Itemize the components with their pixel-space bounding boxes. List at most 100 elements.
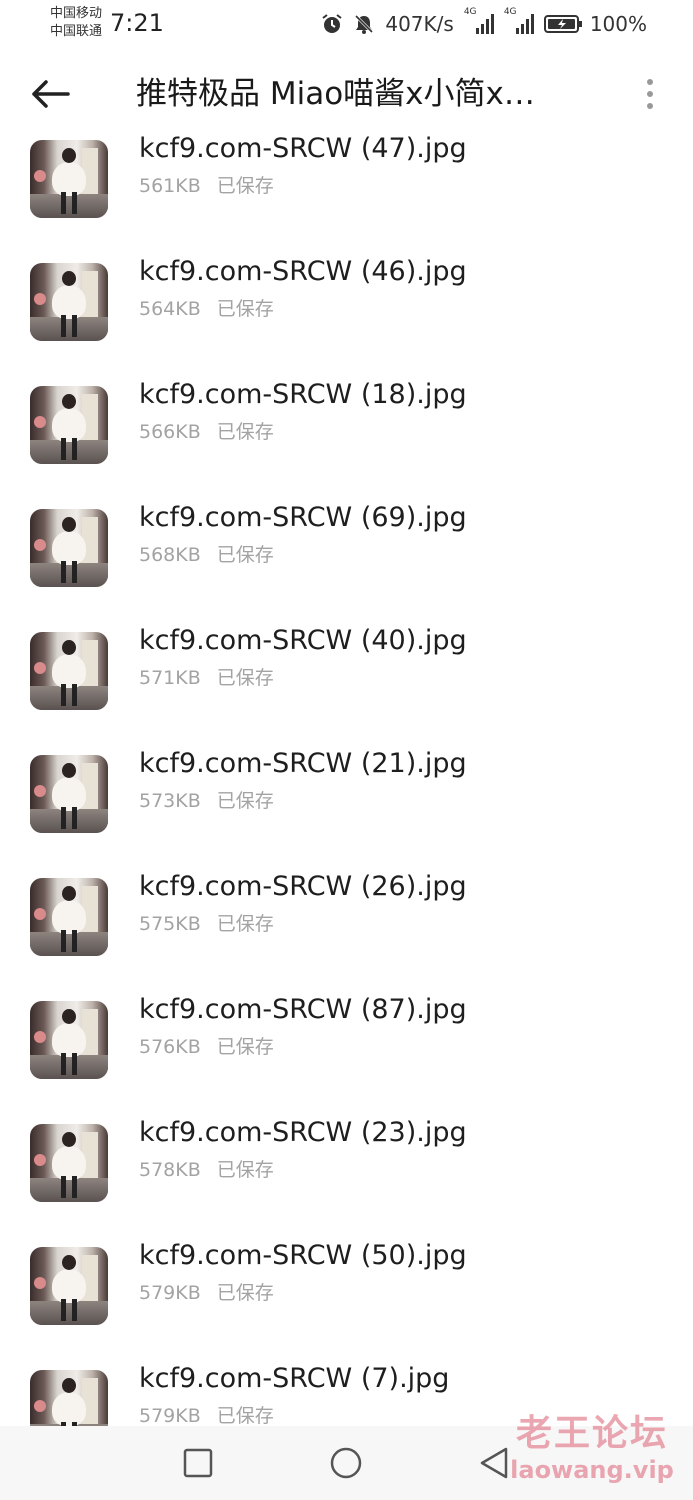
file-list-item[interactable]: kcf9.com-SRCW (18).jpg 566KB 已保存 bbox=[0, 375, 693, 498]
file-list-item[interactable]: kcf9.com-SRCW (69).jpg 568KB 已保存 bbox=[0, 498, 693, 621]
bell-muted-icon bbox=[353, 13, 375, 35]
watermark: 老王论坛 laowang.vip bbox=[502, 1412, 682, 1484]
more-dot bbox=[647, 103, 653, 109]
image-thumbnail[interactable] bbox=[30, 1247, 108, 1325]
thumbnail-detail bbox=[34, 539, 46, 551]
thumbnail-detail bbox=[52, 162, 86, 196]
file-meta: 561KB 已保存 bbox=[139, 174, 274, 198]
thumbnail-detail bbox=[52, 654, 86, 688]
more-dot bbox=[647, 91, 653, 97]
thumbnail-detail bbox=[62, 763, 76, 778]
thumbnail-detail bbox=[62, 640, 76, 655]
image-thumbnail[interactable] bbox=[30, 1001, 108, 1079]
thumbnail-detail bbox=[62, 1132, 76, 1147]
thumbnail-detail bbox=[34, 1277, 46, 1289]
back-button[interactable] bbox=[28, 72, 72, 116]
thumbnail-detail bbox=[62, 886, 76, 901]
status-time: 7:21 bbox=[110, 9, 164, 37]
file-status: 已保存 bbox=[216, 1405, 274, 1426]
signal-1-label: 4G bbox=[463, 7, 477, 17]
file-meta: 564KB 已保存 bbox=[139, 297, 274, 321]
file-name: kcf9.com-SRCW (50).jpg bbox=[139, 1240, 467, 1271]
file-meta: 571KB 已保存 bbox=[139, 666, 274, 690]
file-list-inner: kcf9.com-SRCW (47).jpg 561KB 已保存 kcf9.com… bbox=[0, 132, 693, 1426]
file-list-item[interactable]: kcf9.com-SRCW (87).jpg 576KB 已保存 bbox=[0, 990, 693, 1113]
carrier-names: 中国移动 中国联通 bbox=[50, 5, 102, 41]
image-thumbnail[interactable] bbox=[30, 1370, 108, 1426]
image-thumbnail[interactable] bbox=[30, 263, 108, 341]
file-meta: 579KB 已保存 bbox=[139, 1281, 274, 1305]
thumbnail-detail bbox=[61, 438, 77, 460]
thumbnail-detail bbox=[34, 785, 46, 797]
thumbnail-detail bbox=[61, 807, 77, 829]
more-options-button[interactable] bbox=[632, 72, 668, 116]
thumbnail-detail bbox=[34, 1400, 46, 1412]
carrier-2: 中国联通 bbox=[50, 24, 103, 39]
thumbnail-detail bbox=[34, 416, 46, 428]
network-speed: 407K/s bbox=[385, 12, 454, 36]
page-title: 推特极品 Miao喵酱x小简x… bbox=[136, 76, 535, 112]
battery-indicator: 100% bbox=[543, 12, 647, 36]
nav-recent-icon bbox=[183, 1448, 213, 1478]
thumbnail-detail bbox=[34, 1031, 46, 1043]
watermark-line-2: laowang.vip bbox=[510, 1456, 674, 1484]
file-status: 已保存 bbox=[216, 1282, 274, 1304]
thumbnail-detail bbox=[52, 1023, 86, 1057]
image-thumbnail[interactable] bbox=[30, 755, 108, 833]
file-name: kcf9.com-SRCW (46).jpg bbox=[139, 256, 467, 287]
file-size: 564KB bbox=[139, 298, 201, 320]
file-meta: 576KB 已保存 bbox=[139, 1035, 274, 1059]
thumbnail-detail bbox=[61, 684, 77, 706]
file-status: 已保存 bbox=[216, 790, 274, 812]
file-list-item[interactable]: kcf9.com-SRCW (40).jpg 571KB 已保存 bbox=[0, 621, 693, 744]
image-thumbnail[interactable] bbox=[30, 878, 108, 956]
thumbnail-detail bbox=[61, 315, 77, 337]
thumbnail-detail bbox=[34, 908, 46, 920]
file-meta: 575KB 已保存 bbox=[139, 912, 274, 936]
file-status: 已保存 bbox=[216, 298, 274, 320]
image-thumbnail[interactable] bbox=[30, 632, 108, 710]
file-list-item[interactable]: kcf9.com-SRCW (46).jpg 564KB 已保存 bbox=[0, 252, 693, 375]
carrier-1: 中国移动 bbox=[50, 6, 103, 21]
file-name: kcf9.com-SRCW (18).jpg bbox=[139, 379, 467, 410]
file-list[interactable]: kcf9.com-SRCW (47).jpg 561KB 已保存 kcf9.com… bbox=[0, 132, 693, 1426]
thumbnail-detail bbox=[62, 517, 76, 532]
status-bar: 中国移动 中国联通 7:21 407K/s 4G 4G 100% bbox=[0, 0, 693, 48]
image-thumbnail[interactable] bbox=[30, 1124, 108, 1202]
file-status: 已保存 bbox=[216, 1036, 274, 1058]
file-list-item[interactable]: kcf9.com-SRCW (26).jpg 575KB 已保存 bbox=[0, 867, 693, 990]
file-list-item[interactable]: kcf9.com-SRCW (21).jpg 573KB 已保存 bbox=[0, 744, 693, 867]
thumbnail-detail bbox=[61, 192, 77, 214]
file-list-item[interactable]: kcf9.com-SRCW (47).jpg 561KB 已保存 bbox=[0, 132, 693, 252]
alarm-icon bbox=[321, 13, 343, 35]
file-meta: 579KB 已保存 bbox=[139, 1404, 274, 1426]
file-list-item[interactable]: kcf9.com-SRCW (50).jpg 579KB 已保存 bbox=[0, 1236, 693, 1359]
file-name: kcf9.com-SRCW (69).jpg bbox=[139, 502, 467, 533]
image-thumbnail[interactable] bbox=[30, 509, 108, 587]
nav-recent-button[interactable] bbox=[178, 1443, 218, 1483]
thumbnail-detail bbox=[34, 170, 46, 182]
file-meta: 566KB 已保存 bbox=[139, 420, 274, 444]
file-name: kcf9.com-SRCW (26).jpg bbox=[139, 871, 467, 902]
thumbnail-detail bbox=[52, 531, 86, 565]
image-thumbnail[interactable] bbox=[30, 140, 108, 218]
thumbnail-detail bbox=[61, 561, 77, 583]
file-meta: 578KB 已保存 bbox=[139, 1158, 274, 1182]
file-size: 573KB bbox=[139, 790, 201, 812]
thumbnail-detail bbox=[62, 1255, 76, 1270]
thumbnail-detail bbox=[52, 777, 86, 811]
file-size: 579KB bbox=[139, 1282, 201, 1304]
file-name: kcf9.com-SRCW (23).jpg bbox=[139, 1117, 467, 1148]
file-list-item[interactable]: kcf9.com-SRCW (23).jpg 578KB 已保存 bbox=[0, 1113, 693, 1236]
file-status: 已保存 bbox=[216, 544, 274, 566]
thumbnail-detail bbox=[61, 930, 77, 952]
arrow-left-icon bbox=[32, 80, 70, 108]
image-thumbnail[interactable] bbox=[30, 386, 108, 464]
file-name: kcf9.com-SRCW (87).jpg bbox=[139, 994, 467, 1025]
thumbnail-detail bbox=[61, 1053, 77, 1075]
thumbnail-detail bbox=[62, 1009, 76, 1024]
file-name: kcf9.com-SRCW (47).jpg bbox=[139, 133, 467, 164]
file-status: 已保存 bbox=[216, 1159, 274, 1181]
file-status: 已保存 bbox=[216, 421, 274, 443]
nav-home-button[interactable] bbox=[326, 1443, 366, 1483]
